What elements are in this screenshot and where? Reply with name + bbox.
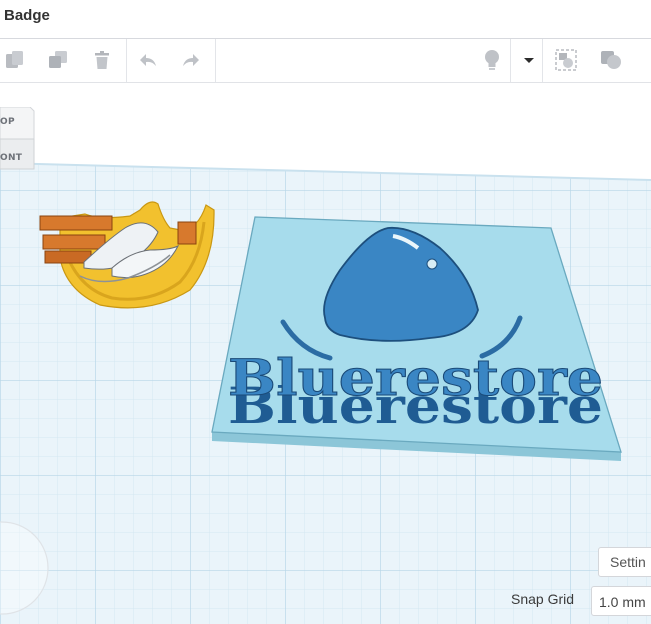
workplane-viewport[interactable]: Bluerestore Bluerestore bbox=[0, 83, 651, 624]
design-title[interactable]: Badge bbox=[4, 7, 50, 24]
redo-icon[interactable] bbox=[178, 47, 204, 73]
viewcube-front-face[interactable]: ONT bbox=[0, 153, 22, 163]
toolbar-divider bbox=[542, 39, 543, 82]
viewcube-top-face[interactable]: OP bbox=[0, 117, 15, 127]
undo-icon[interactable] bbox=[135, 47, 161, 73]
bluerestore-badge-model[interactable]: Bluerestore Bluerestore bbox=[211, 216, 622, 461]
toolbar-divider bbox=[215, 39, 216, 82]
toolbar-divider bbox=[126, 39, 127, 82]
snap-grid-select[interactable]: 1.0 mm bbox=[591, 586, 651, 616]
trash-icon[interactable] bbox=[89, 47, 115, 73]
lightbulb-icon[interactable] bbox=[479, 47, 505, 73]
snap-grid-label: Snap Grid bbox=[511, 591, 575, 607]
chevron-down-icon[interactable] bbox=[516, 47, 542, 73]
copy-icon[interactable] bbox=[2, 47, 28, 73]
badge-text: Bluerestore bbox=[228, 348, 603, 407]
group-icon[interactable] bbox=[598, 47, 624, 73]
duplicate-icon[interactable] bbox=[45, 47, 71, 73]
title-bar: Badge bbox=[0, 0, 651, 39]
align-icon[interactable] bbox=[553, 47, 579, 73]
toolbar bbox=[0, 39, 651, 83]
settings-button[interactable]: Settin bbox=[598, 547, 651, 577]
toolbar-divider bbox=[510, 39, 511, 82]
workplane-grid: Bluerestore Bluerestore bbox=[0, 83, 651, 624]
